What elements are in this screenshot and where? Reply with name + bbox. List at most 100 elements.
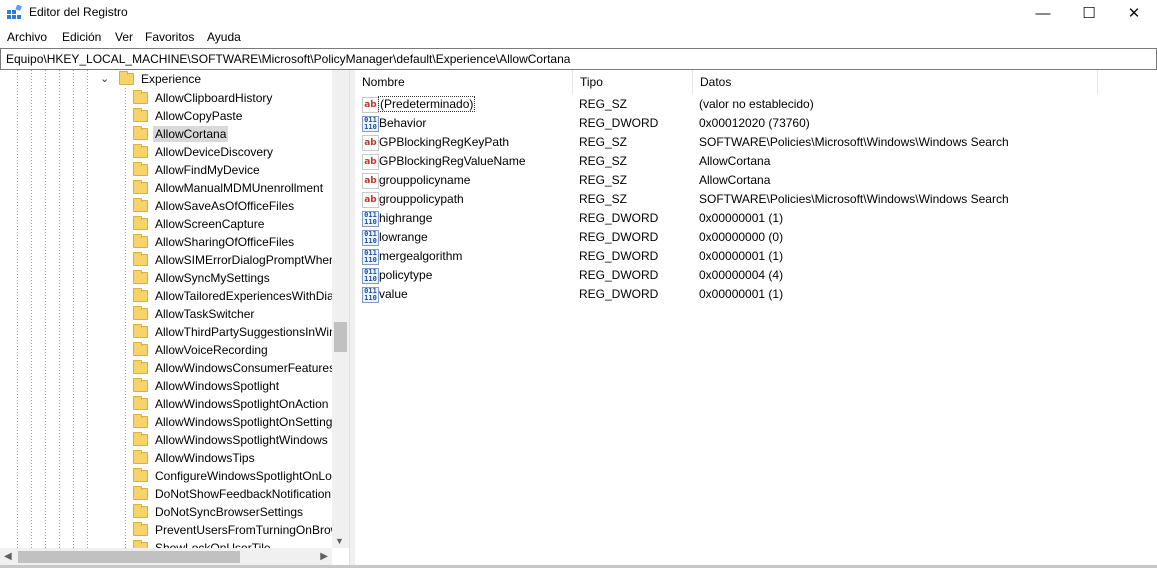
dword-value-icon: 011 110	[362, 287, 379, 303]
folder-icon	[133, 468, 148, 482]
folder-open-icon	[119, 71, 134, 85]
folder-icon	[133, 342, 148, 356]
string-value-icon: ab	[362, 173, 379, 189]
tree-item[interactable]: DoNotSyncBrowserSettings	[133, 503, 305, 521]
value-row[interactable]: ab (Predeterminado) REG_SZ (valor no establ…	[360, 95, 1150, 114]
value-type: REG_DWORD	[579, 116, 659, 130]
tree-item[interactable]: AllowCortana	[133, 125, 229, 143]
folder-icon	[133, 324, 148, 338]
address-bar[interactable]: Equipo\HKEY_LOCAL_MACHINE\SOFTWARE\Micro…	[0, 48, 1157, 70]
value-row[interactable]: 011 110 lowrange REG_DWORD 0x00000000 (0)	[360, 228, 1150, 247]
value-name: GPBlockingRegKeyPath	[379, 135, 510, 149]
menu-archivo[interactable]: Archivo	[7, 30, 47, 44]
tree-item-label: DoNotSyncBrowserSettings	[155, 505, 304, 519]
menu-ayuda[interactable]: Ayuda	[207, 30, 241, 44]
folder-icon	[133, 198, 148, 212]
folder-icon	[133, 252, 148, 266]
value-type: REG_SZ	[579, 173, 628, 187]
tree-item[interactable]: AllowTailoredExperiencesWithDiag	[133, 287, 342, 305]
tree-item[interactable]: AllowWindowsConsumerFeatures	[133, 359, 337, 377]
minimize-button[interactable]: —	[1020, 0, 1066, 26]
tree-item-label: AllowCortana	[153, 126, 229, 142]
tree-horizontal-scrollbar[interactable]: ◀ ▶	[0, 548, 332, 566]
folder-icon	[133, 234, 148, 248]
value-row[interactable]: ab GPBlockingRegKeyPath REG_SZ SOFTWARE\Pol…	[360, 133, 1150, 152]
menu-ver[interactable]: Ver	[115, 30, 133, 44]
tree-item[interactable]: AllowClipboardHistory	[133, 89, 274, 107]
tree-item[interactable]: AllowThirdPartySuggestionsInWin	[133, 323, 338, 341]
column-header-data[interactable]: Datos	[693, 70, 1098, 94]
value-row[interactable]: 011 110 mergealgorithm REG_DWORD 0x00000001…	[360, 247, 1150, 266]
tree-item-label: AllowManualMDMUnenrollment	[155, 181, 324, 195]
tree-item[interactable]: AllowWindowsSpotlight	[133, 377, 281, 395]
tree-item[interactable]: AllowWindowsTips	[133, 449, 257, 467]
tree-item[interactable]: AllowManualMDMUnenrollment	[133, 179, 325, 197]
tree-item-label: AllowSaveAsOfOfficeFiles	[155, 199, 295, 213]
tree-item[interactable]: DoNotShowFeedbackNotification	[133, 485, 333, 503]
address-path[interactable]: Equipo\HKEY_LOCAL_MACHINE\SOFTWARE\Micro…	[6, 52, 570, 66]
scrollbar-thumb[interactable]	[18, 551, 240, 563]
tree-item[interactable]: AllowSaveAsOfOfficeFiles	[133, 197, 296, 215]
tree-item[interactable]: AllowSIMErrorDialogPromptWhen	[133, 251, 338, 269]
tree-item-label: AllowWindowsSpotlight	[155, 379, 280, 393]
value-row[interactable]: ab GPBlockingRegValueName REG_SZ AllowCorta…	[360, 152, 1150, 171]
scroll-right-arrow-icon[interactable]: ▶	[320, 551, 328, 562]
folder-icon	[133, 270, 148, 284]
value-data: AllowCortana	[699, 154, 771, 168]
maximize-button[interactable]: ☐	[1066, 0, 1112, 26]
tree-item[interactable]: AllowCopyPaste	[133, 107, 244, 125]
registry-editor-icon	[7, 5, 22, 19]
scrollbar-thumb[interactable]	[334, 322, 347, 352]
value-data: AllowCortana	[699, 173, 771, 187]
tree-item[interactable]: AllowSyncMySettings	[133, 269, 272, 287]
menu-favoritos[interactable]: Favoritos	[145, 30, 194, 44]
tree-vertical-scrollbar[interactable]: ▼	[332, 70, 349, 548]
scroll-left-arrow-icon[interactable]: ◀	[4, 551, 12, 562]
tree-item[interactable]: ConfigureWindowsSpotlightOnLo	[133, 467, 334, 485]
value-name: lowrange	[379, 230, 428, 244]
tree-item-label: AllowSyncMySettings	[155, 271, 270, 285]
close-button[interactable]: ✕	[1111, 0, 1157, 26]
value-row[interactable]: 011 110 highrange REG_DWORD 0x00000001 (1)	[360, 209, 1150, 228]
tree-item[interactable]: AllowDeviceDiscovery	[133, 143, 275, 161]
tree-item[interactable]: AllowWindowsSpotlightOnAction	[133, 395, 330, 413]
column-header-name[interactable]: Nombre	[355, 70, 573, 94]
tree-item[interactable]: PreventUsersFromTurningOnBrow	[133, 521, 341, 539]
value-data: SOFTWARE\Policies\Microsoft\Windows\Wind…	[699, 192, 1009, 206]
tree-item[interactable]: AllowScreenCapture	[133, 215, 266, 233]
value-type: REG_DWORD	[579, 268, 659, 282]
value-row[interactable]: 011 110 value REG_DWORD 0x00000001 (1)	[360, 285, 1150, 304]
value-row[interactable]: ab grouppolicyname REG_SZ AllowCortana	[360, 171, 1150, 190]
tree-item-label: AllowWindowsSpotlightOnSetting	[155, 415, 333, 429]
value-type: REG_DWORD	[579, 211, 659, 225]
scroll-down-arrow-icon[interactable]: ▼	[335, 536, 344, 546]
tree-item[interactable]: AllowFindMyDevice	[133, 161, 262, 179]
value-row[interactable]: 011 110 policytype REG_DWORD 0x00000004 (4)	[360, 266, 1150, 285]
value-data: 0x00000001 (1)	[699, 249, 784, 263]
tree-item[interactable]: AllowWindowsSpotlightOnSetting	[133, 413, 334, 431]
value-name: Behavior	[379, 116, 427, 130]
tree-item-label: AllowVoiceRecording	[155, 343, 268, 357]
tree-item-label: AllowThirdPartySuggestionsInWin	[155, 325, 336, 339]
string-value-icon: ab	[362, 192, 379, 208]
value-type: REG_SZ	[579, 192, 628, 206]
value-name: value	[379, 287, 408, 301]
tree-item[interactable]: AllowSharingOfOfficeFiles	[133, 233, 296, 251]
tree-item-label: AllowSIMErrorDialogPromptWhen	[155, 253, 336, 267]
menu-edicion[interactable]: Edición	[62, 30, 101, 44]
tree-item-experience[interactable]: ⌄ Experience	[100, 70, 203, 88]
column-header-type[interactable]: Tipo	[573, 70, 693, 94]
folder-icon	[133, 486, 148, 500]
value-row[interactable]: 011 110 Behavior REG_DWORD 0x00012020 (7376…	[360, 114, 1150, 133]
value-row[interactable]: ab grouppolicypath REG_SZ SOFTWARE\Policies…	[360, 190, 1150, 209]
key-tree-pane[interactable]: ⌄ Experience AllowClipboardHistory AllowC…	[0, 70, 350, 568]
value-name: (Predeterminado)	[378, 96, 476, 112]
tree-item-label: AllowWindowsConsumerFeatures	[155, 361, 336, 375]
values-list-pane[interactable]: Nombre Tipo Datos ab (Predeterminado) REG_…	[355, 70, 1157, 568]
folder-icon	[133, 396, 148, 410]
tree-item[interactable]: AllowTaskSwitcher	[133, 305, 256, 323]
tree-item[interactable]: AllowWindowsSpotlightWindows	[133, 431, 330, 449]
tree-item[interactable]: AllowVoiceRecording	[133, 341, 270, 359]
folder-icon	[133, 144, 148, 158]
chevron-down-icon[interactable]: ⌄	[100, 72, 109, 85]
